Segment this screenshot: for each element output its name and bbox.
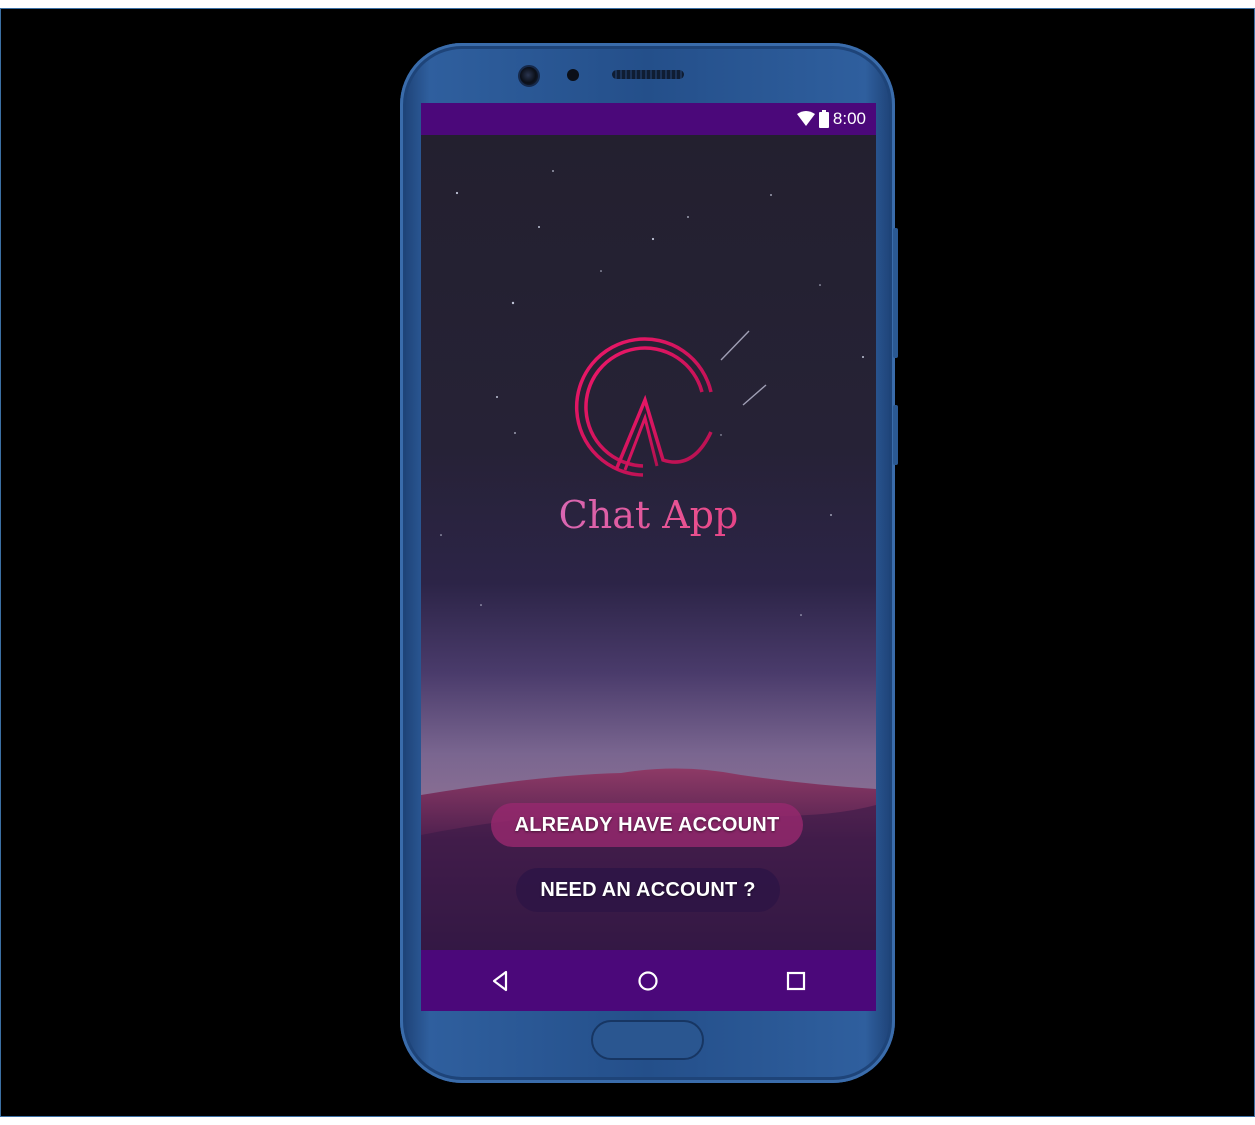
desert-dunes-decoration	[421, 768, 876, 950]
front-camera	[518, 65, 540, 87]
proximity-sensor	[567, 69, 579, 81]
back-icon[interactable]	[487, 968, 513, 994]
chat-app-logo-icon	[574, 337, 713, 477]
home-icon[interactable]	[635, 968, 661, 994]
phone-screen: 8:00 Chat App ALREADY HAVE ACCOUNT NEED …	[421, 103, 876, 1011]
earpiece-speaker	[612, 70, 684, 79]
welcome-screen: Chat App ALREADY HAVE ACCOUNT NEED AN AC…	[421, 135, 876, 950]
status-bar: 8:00	[421, 103, 876, 135]
already-have-account-button[interactable]: ALREADY HAVE ACCOUNT	[491, 803, 803, 847]
recents-icon[interactable]	[783, 968, 809, 994]
fingerprint-home-key[interactable]	[591, 1020, 704, 1060]
status-time: 8:00	[832, 109, 866, 128]
battery-icon	[818, 110, 829, 128]
wifi-icon	[796, 111, 815, 126]
power-button	[893, 405, 898, 465]
navigation-bar	[421, 950, 876, 1011]
volume-button	[893, 228, 898, 358]
app-name: Chat App	[421, 493, 876, 537]
need-an-account-button[interactable]: NEED AN ACCOUNT ?	[516, 868, 780, 912]
